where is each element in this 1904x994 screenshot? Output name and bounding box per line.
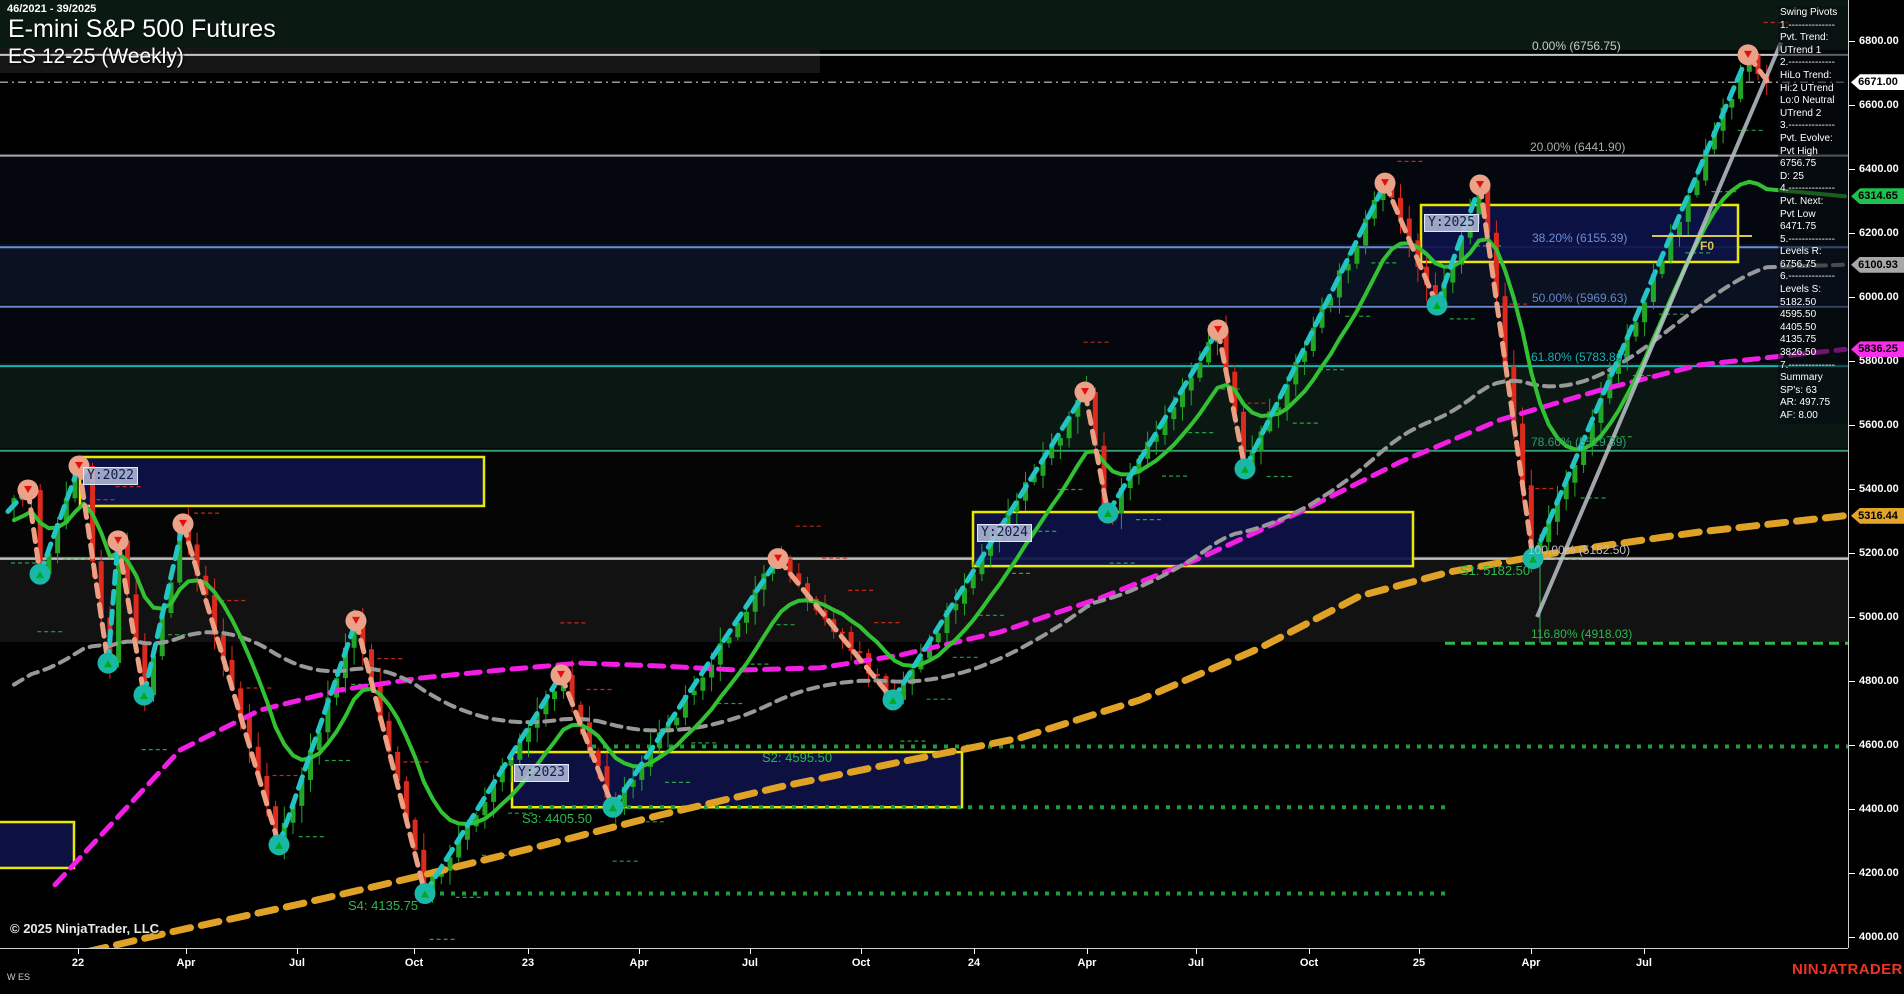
price-tick [1849,297,1855,298]
time-tick [1531,949,1532,954]
time-tick-label: Oct [851,957,871,969]
time-tick-label: Apr [629,957,649,969]
time-tick [1419,949,1420,954]
price-tick [1849,105,1855,106]
time-tick-label: Apr [1521,957,1541,969]
chart-canvas[interactable] [0,0,1904,994]
time-tick-label: Jul [742,957,758,969]
price-tick-label: 4800.00 [1859,675,1899,687]
price-tag-6671.00: 6671.00 [1851,74,1904,91]
time-tick-label: Apr [1077,957,1097,969]
price-tag-6100.93: 6100.93 [1851,256,1904,273]
price-tick [1849,937,1855,938]
price-tag-5316.44: 5316.44 [1851,507,1904,524]
price-tick-label: 6600.00 [1859,99,1899,111]
time-tick [861,949,862,954]
year-box-2022 [78,455,486,508]
price-tick-label: 6800.00 [1859,35,1899,47]
price-tick [1849,233,1855,234]
time-tick-label: Jul [1188,957,1204,969]
price-tag-6314.65: 6314.65 [1851,188,1904,205]
time-tick-label: 22 [71,957,85,969]
time-tick [186,949,187,954]
price-tick [1849,489,1855,490]
time-tick [1644,949,1645,954]
year-box [0,820,76,870]
time-tick-label: Jul [1636,957,1652,969]
price-tick-label: 4200.00 [1859,867,1899,879]
price-tick [1849,681,1855,682]
price-tag-5836.25: 5836.25 [1851,341,1904,358]
time-tick [1309,949,1310,954]
price-tick [1849,553,1855,554]
price-tick [1849,809,1855,810]
time-tick [78,949,79,954]
price-tick-label: 5400.00 [1859,483,1899,495]
time-tick [639,949,640,954]
time-tick [1196,949,1197,954]
price-tick [1849,873,1855,874]
price-tick [1849,41,1855,42]
time-tick [750,949,751,954]
time-tick-label: Oct [1299,957,1319,969]
price-tick [1849,169,1855,170]
price-tick-label: 5200.00 [1859,547,1899,559]
price-tick-label: 6400.00 [1859,163,1899,175]
ninjatrader-chart-window: 46/2021 - 39/2025 E-mini S&P 500 Futures… [0,0,1904,994]
price-tick [1849,361,1855,362]
time-axis[interactable]: 22 Apr Jul Oct 23 Apr Jul Oct 24 Apr Jul Oct 25 Apr Ju… [0,948,1848,994]
price-tick [1849,617,1855,618]
price-tick-label: 4600.00 [1859,739,1899,751]
time-tick [974,949,975,954]
price-tick-label: 6000.00 [1859,291,1899,303]
price-tick-label: 6200.00 [1859,227,1899,239]
price-tick-label: 4000.00 [1859,931,1899,943]
price-tick-label: 5000.00 [1859,611,1899,623]
time-tick-label: 25 [1412,957,1426,969]
time-tick-label: Jul [289,957,305,969]
price-tick [1849,745,1855,746]
time-tick [1087,949,1088,954]
price-axis[interactable]: 4000.00 4200.00 4400.00 4600.00 4800.00 5000.… [1848,0,1904,948]
background-bands [0,0,1848,642]
time-tick-label: Oct [404,957,424,969]
price-tick [1849,425,1855,426]
price-tick-label: 5600.00 [1859,419,1899,431]
time-tick-label: Apr [176,957,196,969]
time-tick [414,949,415,954]
price-tick-label: 4400.00 [1859,803,1899,815]
time-tick-label: 24 [967,957,981,969]
time-tick [297,949,298,954]
time-tick-label: 23 [521,957,535,969]
time-tick [528,949,529,954]
